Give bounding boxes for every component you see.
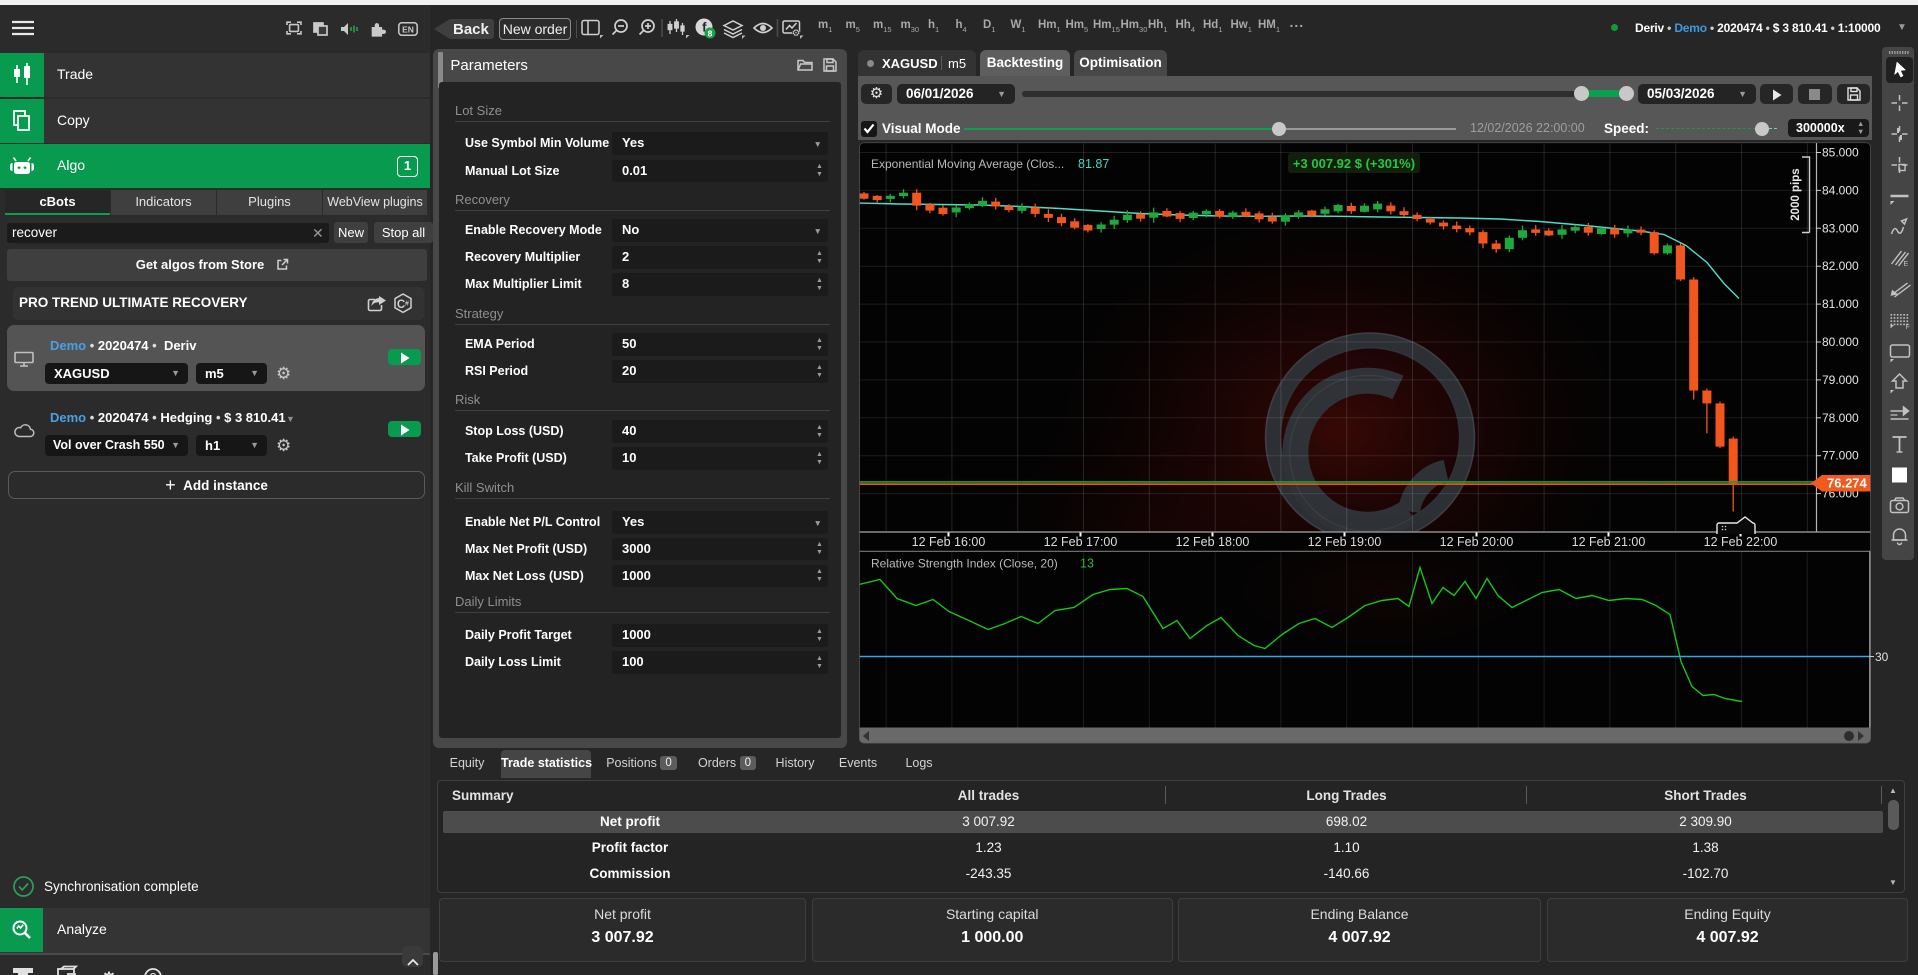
svg-text:12 Feb 17:00: 12 Feb 17:00 [1044,535,1118,549]
svg-text:83.000: 83.000 [1822,221,1859,235]
svg-text:C: C [397,299,405,311]
svg-text:76.274: 76.274 [1827,475,1868,490]
svg-text:⚙: ⚙ [792,28,801,39]
svg-text:82.000: 82.000 [1822,259,1859,273]
svg-text:12 Feb 21:00: 12 Feb 21:00 [1572,535,1646,549]
svg-text:80.000: 80.000 [1822,335,1859,349]
svg-text:F: F [1906,324,1910,331]
svg-text:30: 30 [1875,650,1889,664]
svg-text:77.000: 77.000 [1822,448,1859,462]
svg-text:79.000: 79.000 [1822,372,1859,386]
svg-text:?: ? [150,970,157,975]
svg-text:13: 13 [1080,556,1094,570]
svg-text:78.000: 78.000 [1822,410,1859,424]
svg-text:#: # [405,300,409,307]
svg-text:12 Feb 16:00: 12 Feb 16:00 [912,535,986,549]
svg-text:+3 007.92 $ (+301%): +3 007.92 $ (+301%) [1293,156,1415,171]
svg-text:EN: EN [402,24,414,34]
svg-text:8: 8 [708,28,713,38]
svg-text:E: E [1904,261,1909,268]
svg-text:12 Feb 18:00: 12 Feb 18:00 [1176,535,1250,549]
svg-text:84.000: 84.000 [1822,183,1859,197]
svg-text:Relative Strength Index (Close: Relative Strength Index (Close, 20) [871,556,1058,570]
svg-text:12 Feb 20:00: 12 Feb 20:00 [1440,535,1514,549]
svg-text:12 Feb 19:00: 12 Feb 19:00 [1308,535,1382,549]
svg-text:Exponential Moving Average (Cl: Exponential Moving Average (Clos... [871,157,1064,171]
svg-text:81.000: 81.000 [1822,297,1859,311]
svg-text:85.000: 85.000 [1822,145,1859,159]
svg-text:12 Feb 22:00: 12 Feb 22:00 [1704,535,1778,549]
svg-text:81.87: 81.87 [1078,157,1109,171]
svg-text:2000 pips: 2000 pips [1790,168,1802,220]
